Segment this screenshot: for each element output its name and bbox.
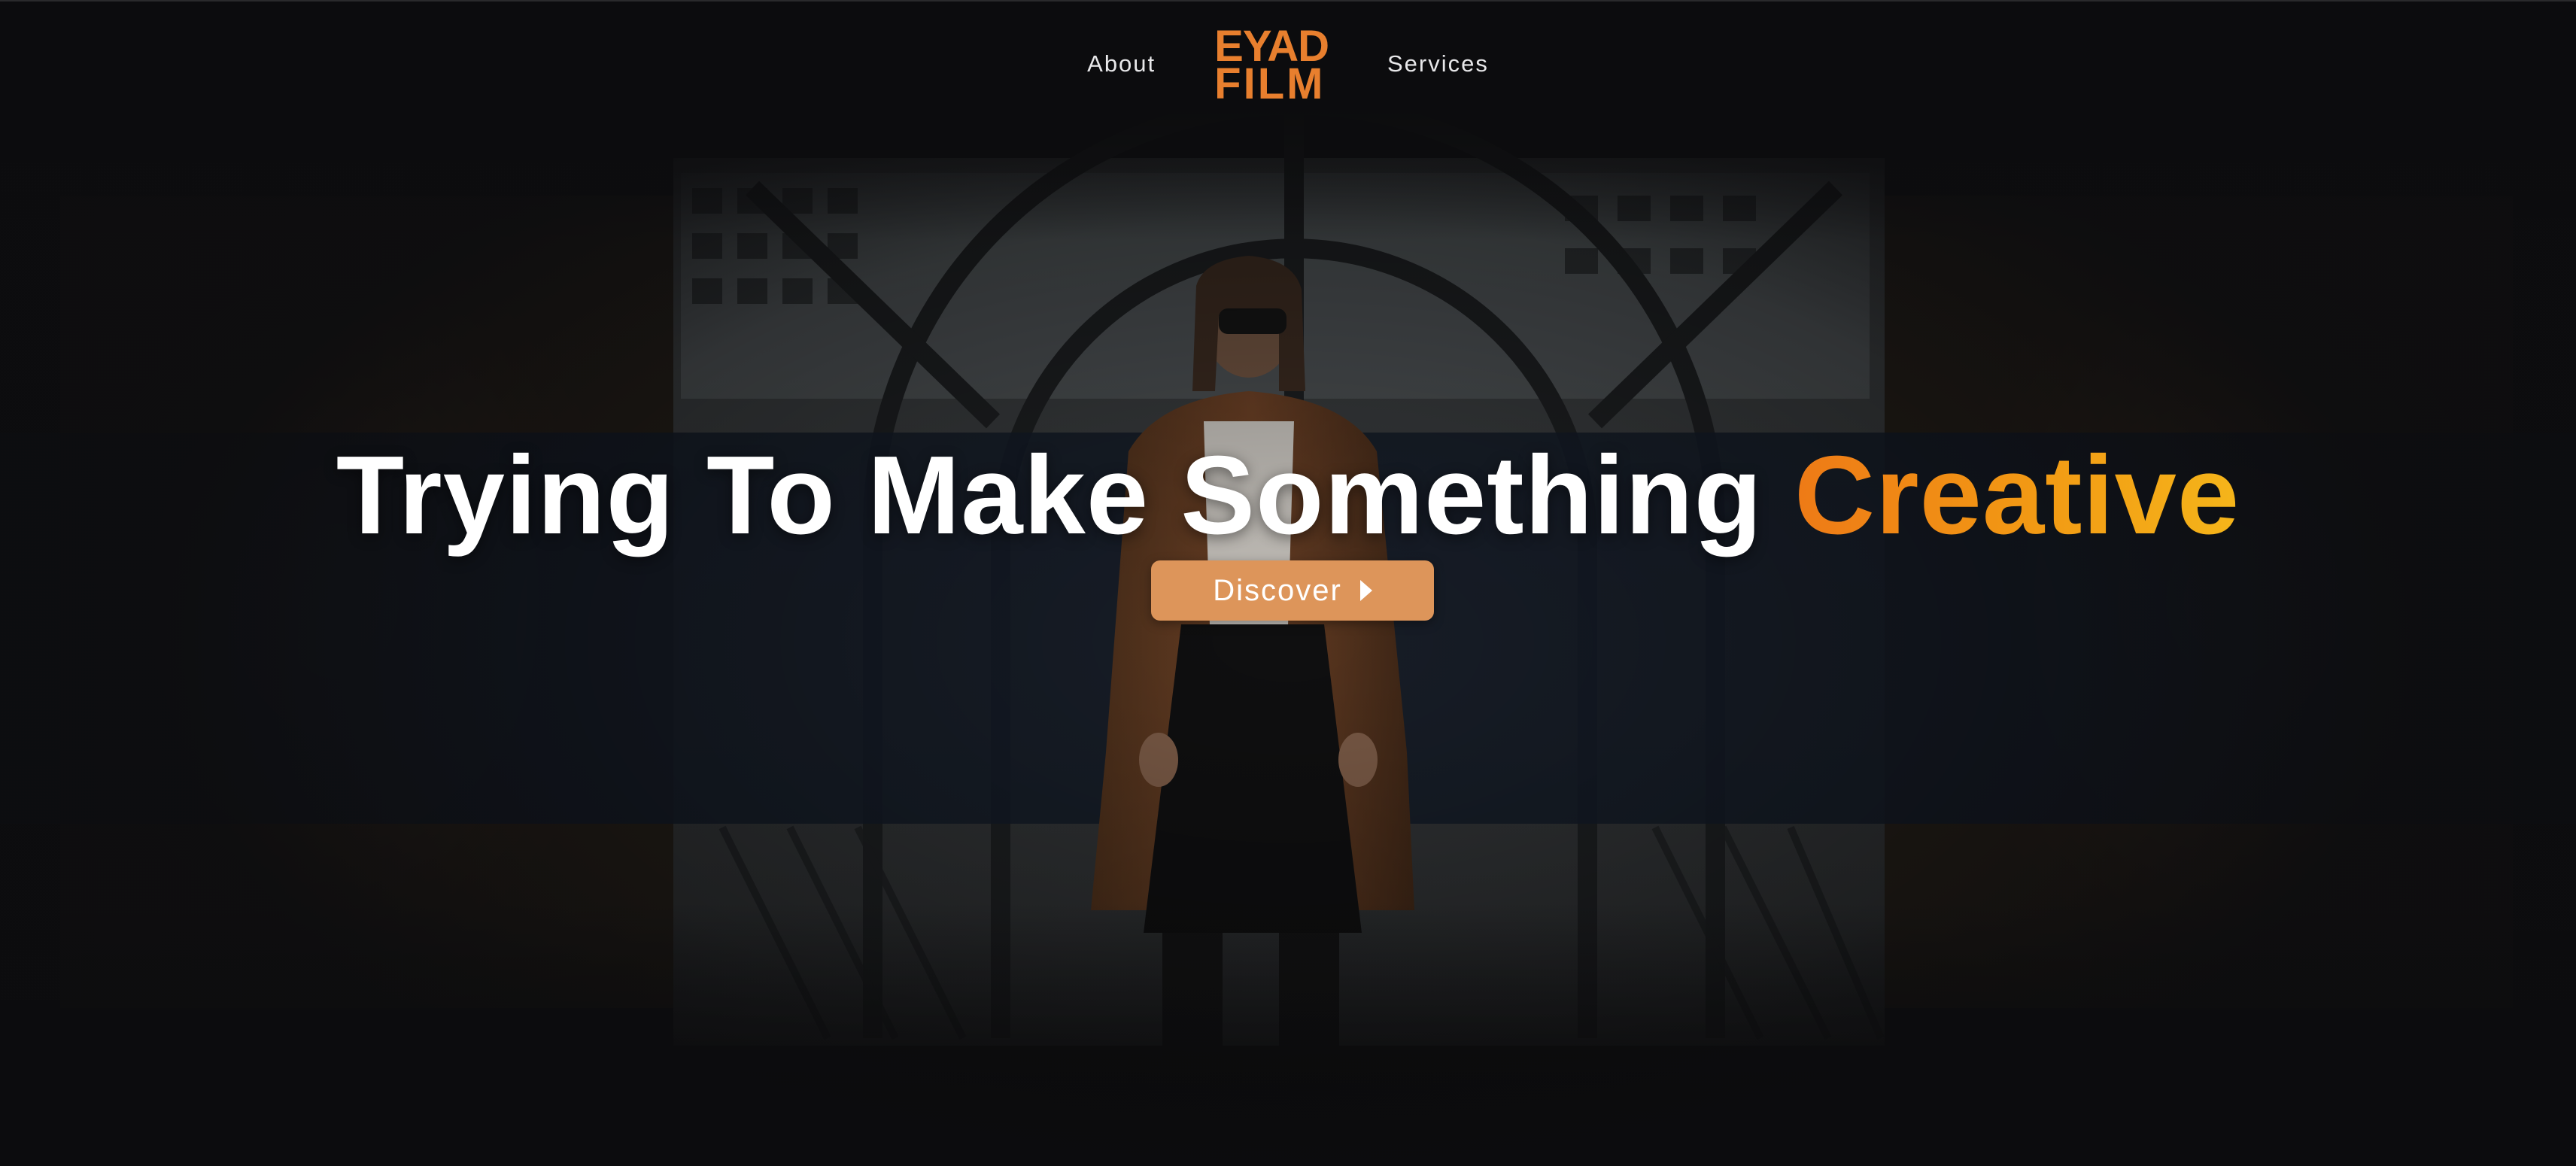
nav-link-about[interactable]: About bbox=[1087, 50, 1156, 77]
top-border bbox=[0, 0, 2576, 2]
hero-headline-main: Trying To Make Something bbox=[336, 433, 1763, 558]
brand-logo[interactable]: EYAD FILM bbox=[1214, 25, 1329, 108]
top-navigation: About EYAD FILM Services bbox=[0, 0, 2576, 128]
nav-link-services[interactable]: Services bbox=[1387, 50, 1489, 77]
logo-line-2: FILM bbox=[1214, 59, 1326, 108]
hero-headline-accent: Creative bbox=[1794, 433, 2240, 558]
play-triangle-icon bbox=[1359, 580, 1372, 601]
discover-button[interactable]: Discover bbox=[1151, 560, 1434, 621]
hero-headline: Trying To Make Something Creative bbox=[0, 432, 2576, 560]
landing-page: About EYAD FILM Services Trying To Make … bbox=[0, 0, 2576, 1166]
discover-button-label: Discover bbox=[1213, 573, 1342, 607]
